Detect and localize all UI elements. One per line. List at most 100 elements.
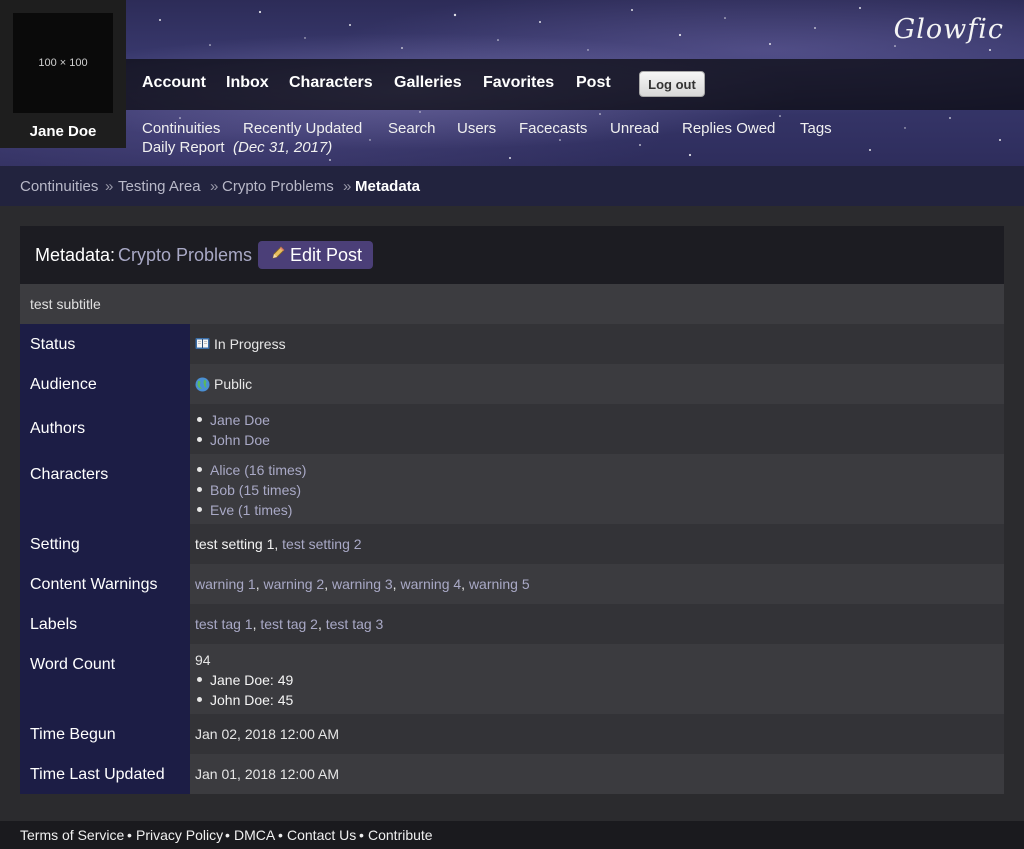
row-value-cell: test setting 1, test setting 2 — [190, 524, 1004, 564]
list-bullet — [197, 437, 202, 442]
nav-favorites[interactable]: Favorites — [483, 74, 554, 92]
character-link[interactable]: Alice (16 times) — [210, 462, 306, 478]
author-link[interactable]: John Doe — [210, 432, 270, 448]
metadata-row-content-warnings: Content Warnings warning 1, warning 2, w… — [20, 564, 1004, 604]
subnav-facecasts[interactable]: Facecasts — [519, 120, 587, 137]
status-label: Status — [30, 336, 76, 353]
setting-values: test setting 1, test setting 2 — [195, 536, 362, 552]
characters-label: Characters — [30, 466, 109, 483]
row-value-cell: Public — [190, 364, 1004, 404]
warning-link[interactable]: warning 4 — [400, 576, 461, 592]
warning-link[interactable]: warning 2 — [263, 576, 324, 592]
character-link[interactable]: Eve (1 times) — [210, 502, 292, 518]
row-label-cell: Characters — [20, 454, 190, 524]
time-begun-value: Jan 02, 2018 12:00 AM — [195, 726, 339, 742]
audience-value: Public — [214, 376, 253, 392]
word-count-item: John Doe: 45 — [210, 692, 294, 708]
nav-characters[interactable]: Characters — [289, 74, 373, 92]
username[interactable]: Jane Doe — [0, 123, 126, 140]
footer-contribute-link[interactable]: Contribute — [368, 827, 433, 843]
time-last-updated-value: Jan 01, 2018 12:00 AM — [195, 766, 339, 782]
row-value-cell: Jan 02, 2018 12:00 AM — [190, 714, 1004, 754]
breadcrumb-continuities[interactable]: Continuities — [20, 178, 98, 195]
warning-link[interactable]: warning 5 — [469, 576, 530, 592]
metadata-row-word-count: Word Count 94 Jane Doe: 49 John Doe: 45 — [20, 644, 1004, 714]
nav-inbox[interactable]: Inbox — [226, 74, 269, 92]
subnav-continuities[interactable]: Continuities — [142, 120, 220, 137]
setting-link[interactable]: test setting 2 — [282, 536, 361, 552]
site-footer: Terms of Service • Privacy Policy • DMCA… — [0, 821, 1024, 849]
logout-button[interactable]: Log out — [639, 71, 705, 97]
row-value-cell: test tag 1, test tag 2, test tag 3 — [190, 604, 1004, 644]
footer-contact-link[interactable]: Contact Us — [287, 827, 356, 843]
time-last-updated-label: Time Last Updated — [30, 766, 165, 783]
edit-post-label: Edit Post — [290, 245, 363, 265]
row-value-cell: 94 Jane Doe: 49 John Doe: 45 — [190, 644, 1004, 714]
authors-label: Authors — [30, 420, 86, 437]
row-label-cell: Labels — [20, 604, 190, 644]
footer-separator: • — [127, 827, 132, 843]
nav-account[interactable]: Account — [142, 74, 206, 92]
tag-link[interactable]: test tag 1 — [195, 616, 253, 632]
footer-privacy-link[interactable]: Privacy Policy — [136, 827, 223, 843]
footer-separator: • — [359, 827, 364, 843]
warning-link[interactable]: warning 1 — [195, 576, 256, 592]
character-link[interactable]: Bob (15 times) — [210, 482, 301, 498]
site-logo[interactable]: Glowfic — [894, 14, 1004, 45]
labels-label: Labels — [30, 616, 78, 633]
row-label-cell: Time Begun — [20, 714, 190, 754]
breadcrumb-post[interactable]: Crypto Problems — [222, 178, 334, 195]
post-subtitle-row: test subtitle — [20, 284, 1004, 324]
breadcrumb-testing-area[interactable]: Testing Area — [118, 178, 201, 195]
list-bullet — [197, 697, 202, 702]
audience-label: Audience — [30, 376, 97, 393]
footer-terms-link[interactable]: Terms of Service — [20, 827, 124, 843]
daily-report-link[interactable]: Daily Report — [142, 139, 225, 156]
tag-link[interactable]: test tag 3 — [326, 616, 384, 632]
metadata-row-audience: Audience Public — [20, 364, 1004, 404]
breadcrumb-separator: » — [210, 178, 219, 195]
subnav-users[interactable]: Users — [457, 120, 496, 137]
footer-dmca-link[interactable]: DMCA — [234, 827, 275, 843]
word-count-item: Jane Doe: 49 — [210, 672, 294, 688]
row-value-cell: warning 1, warning 2, warning 3, warning… — [190, 564, 1004, 604]
author-link[interactable]: Jane Doe — [210, 412, 270, 428]
metadata-row-status: Status In Progress — [20, 324, 1004, 364]
main-nav: Account Inbox Characters Galleries Favor… — [126, 59, 1024, 110]
breadcrumb-current: Metadata — [355, 178, 421, 195]
tag-link[interactable]: test tag 2 — [260, 616, 318, 632]
row-value-cell: Jan 01, 2018 12:00 AM — [190, 754, 1004, 794]
post-title-link[interactable]: Crypto Problems — [118, 245, 252, 266]
subnav-replies-owed[interactable]: Replies Owed — [682, 120, 775, 137]
row-label-cell: Status — [20, 324, 190, 364]
row-label-cell: Authors — [20, 404, 190, 454]
comma-separator: , — [317, 616, 326, 632]
metadata-panel-header: Metadata: Crypto Problems Edit Post — [20, 226, 1004, 284]
row-label-cell: Word Count — [20, 644, 190, 714]
subnav-recently-updated[interactable]: Recently Updated — [243, 120, 362, 137]
comma-separator: , — [461, 576, 469, 592]
daily-report-date: (Dec 31, 2017) — [233, 139, 333, 156]
setting-label: Setting — [30, 536, 80, 553]
metadata-row-authors: Authors Jane Doe John Doe — [20, 404, 1004, 454]
list-bullet — [197, 507, 202, 512]
setting-link[interactable]: test setting 1 — [195, 536, 274, 552]
subnav-search[interactable]: Search — [388, 120, 436, 137]
time-begun-label: Time Begun — [30, 726, 116, 743]
metadata-row-time-begun: Time Begun Jan 02, 2018 12:00 AM — [20, 714, 1004, 754]
footer-separator: • — [225, 827, 230, 843]
avatar-placeholder-text: 100 × 100 — [38, 57, 88, 69]
metadata-row-setting: Setting test setting 1, test setting 2 — [20, 524, 1004, 564]
subnav-tags[interactable]: Tags — [800, 120, 832, 137]
edit-post-button[interactable]: Edit Post — [258, 241, 373, 269]
row-label-cell: Content Warnings — [20, 564, 190, 604]
breadcrumb-separator: » — [105, 178, 114, 195]
word-count-label: Word Count — [30, 656, 116, 673]
avatar[interactable]: 100 × 100 — [13, 13, 113, 113]
footer-separator: • — [278, 827, 283, 843]
user-panel: 100 × 100 Jane Doe — [0, 0, 126, 148]
nav-galleries[interactable]: Galleries — [394, 74, 462, 92]
nav-post[interactable]: Post — [576, 74, 611, 92]
warning-link[interactable]: warning 3 — [332, 576, 393, 592]
subnav-unread[interactable]: Unread — [610, 120, 659, 137]
